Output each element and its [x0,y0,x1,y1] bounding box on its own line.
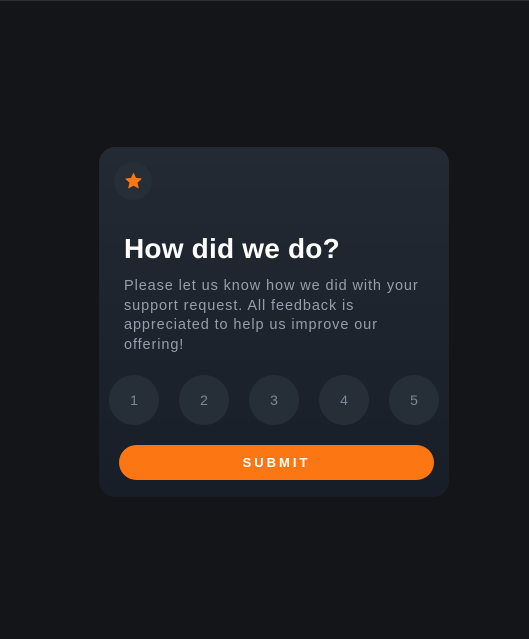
rating-button-2[interactable]: 2 [179,375,229,425]
window-top-border [0,0,529,1]
rating-options: 1 2 3 4 5 [109,375,439,425]
rating-button-5[interactable]: 5 [389,375,439,425]
rating-button-4[interactable]: 4 [319,375,369,425]
rating-button-1[interactable]: 1 [109,375,159,425]
star-badge [114,162,152,200]
star-icon [125,173,141,189]
rating-button-3[interactable]: 3 [249,375,299,425]
submit-button[interactable]: SUBMIT [119,445,434,480]
rating-card: How did we do? Please let us know how we… [99,147,449,497]
card-description: Please let us know how we did with your … [124,278,419,353]
card-title: How did we do? [124,233,340,264]
